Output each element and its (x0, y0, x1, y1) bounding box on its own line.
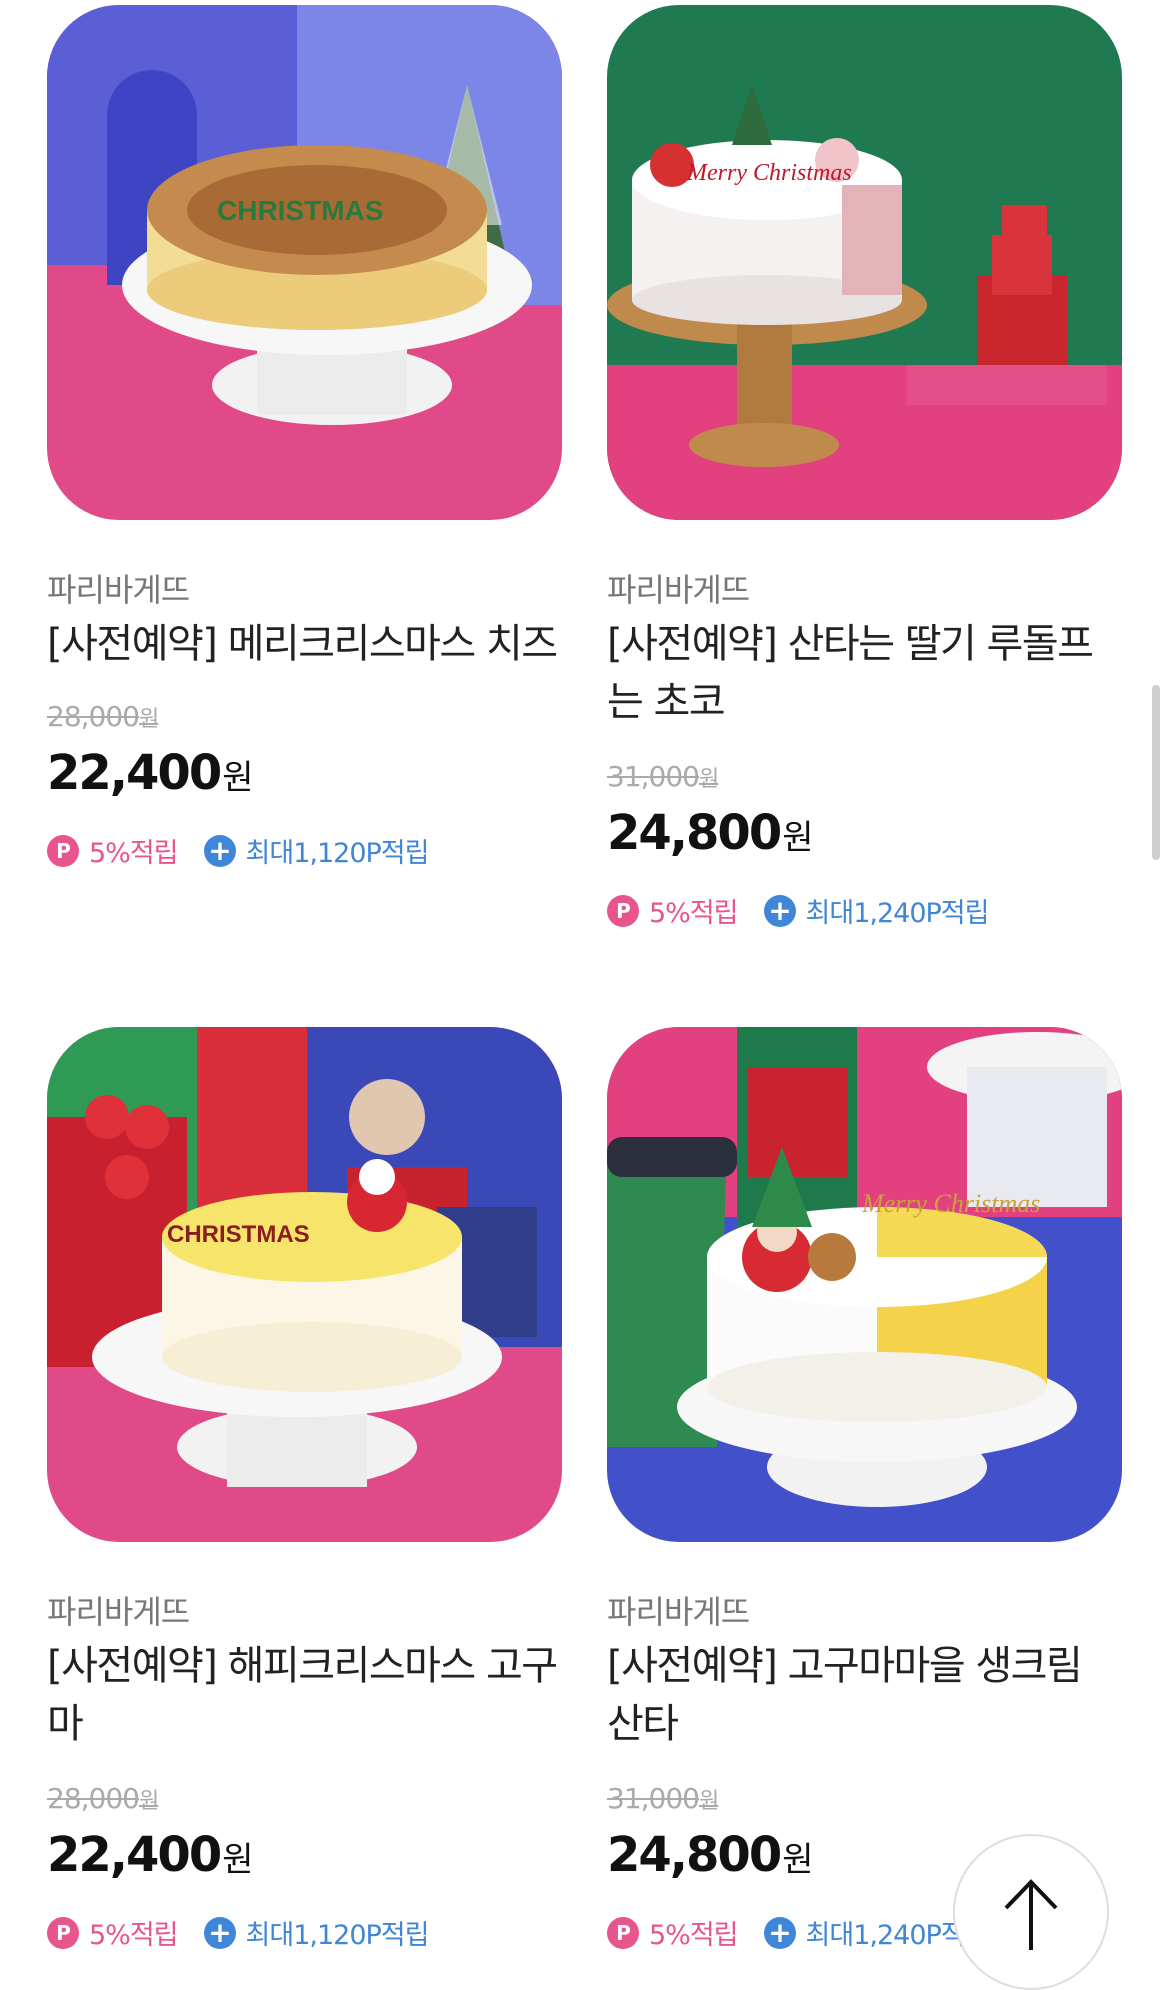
currency-unit: 원 (138, 1789, 159, 1814)
sale-price-value: 24,800 (607, 1827, 782, 1883)
product-card[interactable]: Merry Christmas 파리바게뜨 [사전예약] 산타는 딸기 루돌프는… (607, 5, 1122, 945)
product-card[interactable]: CHRISTMAS 파리바게뜨 [사전예약] 메리크리스마스 치즈 28,000… (47, 5, 562, 885)
point-badge-icon: P (607, 894, 639, 927)
point-rate: 5%적립 (89, 838, 179, 869)
max-points: 최대1,240P적립 (805, 898, 990, 929)
sale-price: 22,400원 (47, 745, 254, 801)
cheese-cake-photo: CHRISTMAS (47, 5, 562, 520)
sale-price-value: 22,400 (47, 1827, 222, 1883)
max-points: 최대1,240P적 (805, 1920, 966, 1951)
product-title[interactable]: [사전예약] 메리크리스마스 치즈 (47, 615, 562, 673)
svg-text:Merry Christmas: Merry Christmas (686, 160, 852, 186)
original-price-value: 31,000 (607, 760, 700, 793)
svg-text:CHRISTMAS: CHRISTMAS (167, 1221, 310, 1248)
cream-santa-cake-photo: Merry Christmas (607, 1027, 1122, 1542)
sale-price: 22,400원 (47, 1827, 254, 1883)
brand-name: 파리바게뜨 (607, 1593, 750, 1631)
plus-circle-icon: + (203, 834, 236, 867)
point-rate: 5%적립 (649, 898, 739, 929)
product-grid: CHRISTMAS 파리바게뜨 [사전예약] 메리크리스마스 치즈 28,000… (0, 0, 1170, 1964)
max-points: 최대1,120P적립 (245, 1920, 430, 1951)
point-badge-icon: P (47, 1916, 79, 1949)
currency-unit: 원 (698, 767, 719, 792)
scroll-to-top-button[interactable] (953, 1834, 1109, 1990)
sweet-potato-cake-photo: CHRISTMAS (47, 1027, 562, 1542)
points-info: P 5%적립 + 최대1,240P적 (607, 1913, 966, 1952)
original-price-value: 28,000 (47, 1782, 140, 1815)
scrollbar-thumb[interactable] (1152, 685, 1160, 860)
currency-unit: 원 (138, 707, 159, 732)
product-image[interactable]: Merry Christmas (607, 5, 1122, 520)
svg-text:CHRISTMAS: CHRISTMAS (217, 195, 383, 226)
plus-circle-icon: + (763, 894, 796, 927)
plus-circle-icon: + (763, 1916, 796, 1949)
brand-name: 파리바게뜨 (47, 571, 190, 609)
original-price: 28,000원 (47, 1782, 159, 1815)
original-price: 28,000원 (47, 700, 159, 733)
point-rate: 5%적립 (649, 1920, 739, 1951)
original-price: 31,000원 (607, 760, 719, 793)
strawberry-choco-cake-photo: Merry Christmas (607, 5, 1122, 520)
point-badge-icon: P (607, 1916, 639, 1949)
product-image[interactable]: CHRISTMAS (47, 5, 562, 520)
sale-price: 24,800원 (607, 805, 814, 861)
original-price-value: 31,000 (607, 1782, 700, 1815)
points-info: P 5%적립 + 최대1,120P적립 (47, 1913, 430, 1952)
product-card[interactable]: CHRISTMAS 파리바게뜨 [사전예약] 해피크리스마스 고구마 28,00… (47, 1027, 562, 1962)
max-points: 최대1,120P적립 (245, 838, 430, 869)
currency-unit: 원 (222, 1840, 253, 1880)
product-title[interactable]: [사전예약] 해피크리스마스 고구마 (47, 1637, 562, 1753)
points-info: P 5%적립 + 최대1,240P적립 (607, 891, 990, 930)
svg-text:Merry Christmas: Merry Christmas (861, 1189, 1040, 1218)
product-image[interactable]: CHRISTMAS (47, 1027, 562, 1542)
arrow-up-icon (1004, 1879, 1058, 1950)
currency-unit: 원 (222, 758, 253, 798)
plus-circle-icon: + (203, 1916, 236, 1949)
currency-unit: 원 (698, 1789, 719, 1814)
sale-price-value: 22,400 (47, 745, 222, 801)
point-badge-icon: P (47, 834, 79, 867)
product-title[interactable]: [사전예약] 산타는 딸기 루돌프는 초코 (607, 615, 1122, 731)
point-rate: 5%적립 (89, 1920, 179, 1951)
brand-name: 파리바게뜨 (607, 571, 750, 609)
original-price-value: 28,000 (47, 700, 140, 733)
product-image[interactable]: Merry Christmas (607, 1027, 1122, 1542)
original-price: 31,000원 (607, 1782, 719, 1815)
product-title[interactable]: [사전예약] 고구마마을 생크림 산타 (607, 1637, 1122, 1753)
currency-unit: 원 (782, 818, 813, 858)
sale-price: 24,800원 (607, 1827, 814, 1883)
sale-price-value: 24,800 (607, 805, 782, 861)
brand-name: 파리바게뜨 (47, 1593, 190, 1631)
points-info: P 5%적립 + 최대1,120P적립 (47, 831, 430, 870)
currency-unit: 원 (782, 1840, 813, 1880)
product-card[interactable]: Merry Christmas 파리바게뜨 [사전예약] 고구마마을 생크림 산… (607, 1027, 1122, 1962)
